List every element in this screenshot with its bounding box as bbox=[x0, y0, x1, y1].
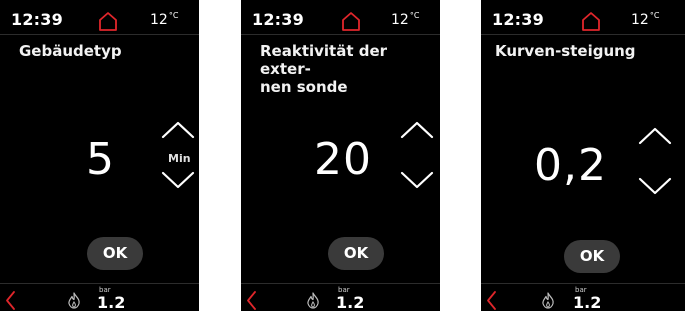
ok-button[interactable]: OK bbox=[564, 240, 620, 273]
footer-divider bbox=[0, 283, 199, 284]
chevron-left-icon[interactable] bbox=[485, 290, 497, 311]
outdoor-temperature: 12°C bbox=[150, 11, 178, 28]
parameter-value: 5 bbox=[86, 134, 115, 185]
status-time: 12:39 bbox=[492, 10, 544, 29]
outdoor-temperature: 12°C bbox=[391, 11, 419, 28]
chevron-down-icon[interactable] bbox=[637, 176, 673, 198]
parameter-value: 0,2 bbox=[534, 140, 607, 191]
chevron-down-icon[interactable] bbox=[399, 170, 435, 192]
status-divider bbox=[0, 34, 199, 35]
flame-icon bbox=[542, 292, 554, 309]
status-time: 12:39 bbox=[252, 10, 304, 29]
status-divider bbox=[241, 34, 440, 35]
temperature-value: 12 bbox=[631, 12, 649, 28]
status-time: 12:39 bbox=[11, 10, 63, 29]
thermostat-screen-sensor-reactivity: 12:39 12°C Reaktivität der exter- nen so… bbox=[241, 0, 440, 311]
temperature-value: 12 bbox=[391, 12, 409, 28]
thermostat-screen-building-type: 12:39 12°C Gebäudetyp 5 Min OK bar 1.2 bbox=[0, 0, 199, 311]
status-bar: 12:39 12°C bbox=[0, 0, 199, 34]
chevron-left-icon[interactable] bbox=[4, 290, 16, 311]
chevron-up-icon[interactable] bbox=[637, 124, 673, 146]
temperature-unit: °C bbox=[168, 11, 179, 20]
parameter-unit: Min bbox=[168, 152, 191, 165]
temperature-unit: °C bbox=[409, 11, 420, 20]
temperature-value: 12 bbox=[150, 12, 168, 28]
footer-divider bbox=[481, 283, 685, 284]
status-divider bbox=[481, 34, 685, 35]
ok-button[interactable]: OK bbox=[87, 237, 143, 270]
parameter-value: 20 bbox=[314, 134, 372, 185]
pressure-value: 1.2 bbox=[97, 293, 126, 311]
chevron-up-icon[interactable] bbox=[399, 118, 435, 140]
parameter-title: Reaktivität der exter- nen sonde bbox=[260, 42, 388, 96]
chevron-left-icon[interactable] bbox=[245, 290, 257, 311]
home-icon[interactable] bbox=[97, 10, 119, 32]
chevron-down-icon[interactable] bbox=[160, 170, 196, 192]
ok-button[interactable]: OK bbox=[328, 237, 384, 270]
flame-icon bbox=[307, 292, 319, 309]
pressure-value: 1.2 bbox=[336, 293, 365, 311]
status-bar: 12:39 12°C bbox=[241, 0, 440, 34]
thermostat-screen-curve-slope: 12:39 12°C Kurven-steigung 0,2 OK bar 1.… bbox=[481, 0, 685, 311]
temperature-unit: °C bbox=[649, 11, 660, 20]
parameter-title: Gebäudetyp bbox=[19, 42, 122, 60]
outdoor-temperature: 12°C bbox=[631, 11, 659, 28]
pressure-value: 1.2 bbox=[573, 293, 602, 311]
status-bar: 12:39 12°C bbox=[481, 0, 685, 34]
footer-divider bbox=[241, 283, 440, 284]
home-icon[interactable] bbox=[340, 10, 362, 32]
parameter-title: Kurven-steigung bbox=[495, 42, 636, 60]
home-icon[interactable] bbox=[580, 10, 602, 32]
flame-icon bbox=[68, 292, 80, 309]
chevron-up-icon[interactable] bbox=[160, 118, 196, 140]
